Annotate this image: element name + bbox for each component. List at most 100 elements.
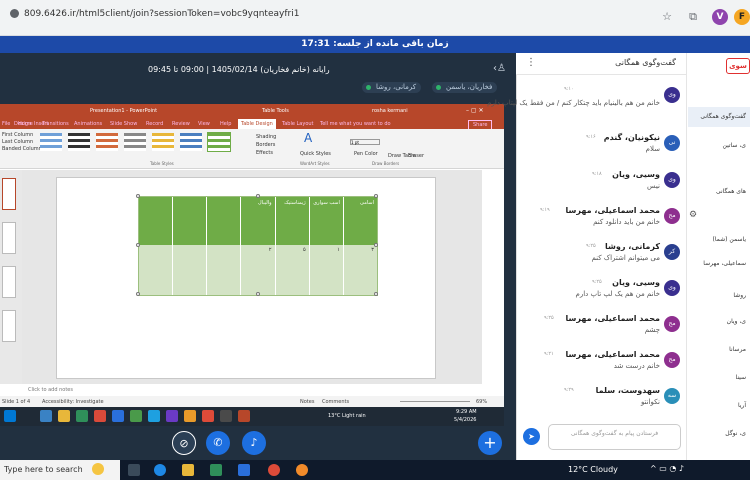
banded-columns-option[interactable]: Banded Columns	[2, 146, 44, 153]
resize-handle[interactable]	[256, 194, 260, 198]
sparkle-icon[interactable]	[92, 463, 104, 475]
tab-view[interactable]: View	[198, 121, 210, 127]
table-cell[interactable]: ۲	[241, 245, 276, 295]
table-header-cell[interactable]: ژیمناستیک	[276, 197, 310, 245]
table-header-cell[interactable]: اسامی	[344, 197, 377, 245]
folder-icon[interactable]	[182, 464, 194, 476]
shading-button[interactable]: Shading	[256, 133, 276, 141]
slide-thumbnail[interactable]	[2, 178, 16, 210]
camera-off-icon[interactable]: ⊘	[172, 431, 196, 455]
first-column-option[interactable]: First Column	[2, 132, 44, 139]
sidebar-user[interactable]: آریا	[738, 402, 746, 409]
extensions-icon[interactable]: ⧉	[686, 10, 700, 24]
add-action-button[interactable]: +	[478, 431, 502, 455]
comments-toggle[interactable]: Comments	[322, 399, 349, 405]
sidebar-item-public-chat[interactable]: گفت‌وگوی همگانی	[700, 113, 746, 120]
table-style-swatch[interactable]	[180, 133, 202, 151]
table-style-swatch[interactable]	[207, 132, 231, 152]
table-style-swatch[interactable]	[68, 133, 90, 151]
table-header-cell[interactable]	[173, 197, 208, 245]
notes-pane[interactable]: Click to add notes	[22, 384, 504, 396]
quick-styles-button[interactable]: Quick Styles	[300, 151, 331, 157]
tab-table-layout[interactable]: Table Layout	[282, 121, 314, 127]
slide-thumbnail[interactable]	[2, 310, 16, 342]
tell-me-search[interactable]: Tell me what you want to do	[320, 121, 391, 127]
kebab-menu-icon[interactable]: ⋮	[526, 57, 536, 68]
taskbar-weather[interactable]: 12°C Cloudy	[568, 465, 618, 474]
table-style-swatch[interactable]	[96, 133, 118, 151]
profile-avatar[interactable]: V	[712, 9, 728, 25]
phone-icon[interactable]: ✆	[206, 431, 230, 455]
profile-menu-button[interactable]: F	[734, 9, 750, 25]
table-cell[interactable]	[173, 245, 208, 295]
resize-handle[interactable]	[374, 243, 378, 247]
table-header-cell[interactable]	[207, 197, 242, 245]
tab-record[interactable]: Record	[146, 121, 163, 127]
sidebar-item-shared-notes[interactable]: های همگانی	[716, 188, 746, 195]
table-style-swatch[interactable]	[124, 133, 146, 151]
window-controls-icon[interactable]: – ▢ ✕	[466, 107, 484, 114]
table-cell[interactable]: ۱	[310, 245, 344, 295]
table-styles-gallery[interactable]	[40, 132, 231, 157]
table-style-swatch[interactable]	[152, 133, 174, 151]
site-info-icon[interactable]	[10, 9, 19, 18]
tab-table-design[interactable]: Table Design	[238, 119, 276, 129]
notes-toggle[interactable]: Notes	[300, 399, 314, 405]
table-cell[interactable]	[139, 245, 174, 295]
sidebar-user[interactable]: ی، نوگل	[725, 430, 746, 437]
table-cell[interactable]	[207, 245, 242, 295]
tab-animations[interactable]: Animations	[74, 121, 102, 127]
tab-file[interactable]: File	[2, 121, 10, 127]
send-icon[interactable]: ➤	[523, 428, 540, 445]
eraser-button[interactable]: Eraser	[408, 153, 424, 159]
resize-handle[interactable]	[374, 292, 378, 296]
table-header-cell[interactable]	[139, 197, 174, 245]
task-view-icon[interactable]	[128, 464, 140, 476]
store-icon[interactable]	[210, 464, 222, 476]
slide-thumbnail[interactable]	[2, 222, 16, 254]
tab-review[interactable]: Review	[172, 121, 190, 127]
chat-input[interactable]: فرستادن پیام به گفت‌وگوی همگانی	[548, 424, 681, 450]
resize-handle[interactable]	[256, 292, 260, 296]
pen-color-button[interactable]: Pen Color	[354, 151, 378, 157]
tab-transitions[interactable]: Transitions	[42, 121, 69, 127]
table-cell[interactable]: ۳	[344, 245, 377, 295]
tray-icons[interactable]: ^ ▭ ◔ ♪	[650, 464, 684, 473]
table-header-cell[interactable]: والیبال	[241, 197, 276, 245]
chat-title[interactable]: گفت‌وگوی همگانی	[615, 58, 676, 67]
wordart-icon[interactable]: A	[304, 131, 312, 145]
resize-handle[interactable]	[374, 194, 378, 198]
tab-design[interactable]: Design	[14, 121, 31, 127]
resize-handle[interactable]	[136, 292, 140, 296]
table-style-swatch[interactable]	[40, 133, 62, 151]
zoom-level[interactable]: 69%	[476, 399, 487, 405]
resize-handle[interactable]	[136, 243, 140, 247]
url-field[interactable]: 809.6426.ir/html5client/join?sessionToke…	[10, 9, 299, 19]
sidebar-user[interactable]: سینا	[736, 374, 746, 381]
microphone-icon[interactable]: ♪	[242, 431, 266, 455]
edge-icon[interactable]	[154, 464, 166, 476]
tab-slide-show[interactable]: Slide Show	[110, 121, 137, 127]
gear-icon[interactable]: ⚙	[689, 210, 697, 220]
mail-icon[interactable]	[238, 464, 250, 476]
slide-table[interactable]: والیبال ژیمناستیک اسب سواری اسامی ۲ ۵ ۱ …	[136, 194, 378, 296]
sidebar-user[interactable]: یاسمن (شما)	[713, 236, 746, 243]
sidebar-user[interactable]: ی، ویان	[727, 318, 746, 325]
last-column-option[interactable]: Last Column	[2, 139, 44, 146]
accessibility-status[interactable]: Accessibility: Investigate	[42, 399, 104, 405]
chrome-icon[interactable]	[268, 464, 280, 476]
pen-weight-select[interactable]: 1 pt	[350, 139, 380, 145]
effects-button[interactable]: Effects	[256, 149, 276, 157]
star-icon[interactable]: ☆	[660, 10, 674, 24]
borders-button[interactable]: Borders	[256, 141, 276, 149]
table-cell[interactable]: ۵	[276, 245, 310, 295]
sidebar-user[interactable]: روشا	[733, 292, 746, 299]
zoom-slider[interactable]	[400, 401, 470, 402]
sidebar-user[interactable]: مرسانا	[729, 346, 746, 353]
sidebar-user[interactable]: سماعیلی، مهرسا	[703, 260, 746, 267]
users-icon[interactable]: ‹♙	[493, 63, 506, 74]
slide-thumbnail[interactable]	[2, 266, 16, 298]
taskbar-app-icon[interactable]	[296, 464, 308, 476]
tab-help[interactable]: Help	[220, 121, 231, 127]
sidebar-item[interactable]: ی، ساتین	[723, 142, 746, 149]
